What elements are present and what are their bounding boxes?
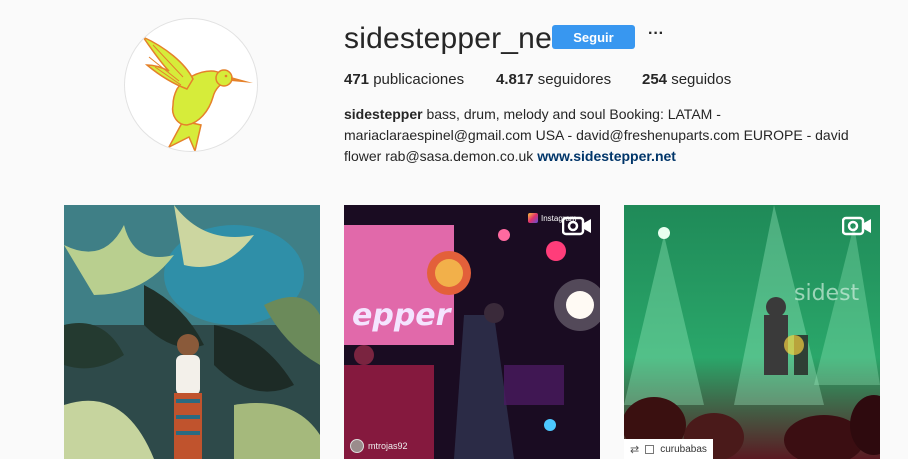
post-thumbnail-3[interactable]: sidest ⇄ curubabas <box>624 205 880 459</box>
stat-followers[interactable]: 4.817 seguidores <box>496 71 611 88</box>
profile-username: sidestepper_net <box>344 22 561 55</box>
following-label: seguidos <box>667 71 732 88</box>
video-camera-icon <box>562 215 592 237</box>
post-image-concert: epper <box>344 205 600 459</box>
post-thumbnail-1[interactable] <box>64 205 320 459</box>
instagram-icon <box>528 213 538 223</box>
video-camera-icon <box>842 215 872 237</box>
posts-label: publicaciones <box>369 71 465 88</box>
stat-posts: 471 publicaciones <box>344 71 464 88</box>
follow-button[interactable]: Seguir <box>552 25 635 49</box>
bio-website-link[interactable]: www.sidestepper.net <box>537 148 676 164</box>
profile-page: sidestepper_net Seguir ··· 471 publicaci… <box>0 0 908 459</box>
user-avatar-icon <box>350 439 364 453</box>
profile-bio: sidestepper bass, drum, melody and soul … <box>344 104 884 167</box>
overlay-username: mtrojas92 <box>368 441 408 451</box>
post-image-stage: sidest <box>624 205 880 459</box>
bio-name: sidestepper <box>344 106 423 122</box>
more-options-button[interactable]: ··· <box>645 26 667 46</box>
hummingbird-logo-icon <box>140 35 253 151</box>
post-thumbnail-2[interactable]: epper Instagram mtrojas92 <box>344 205 600 459</box>
profile-avatar[interactable] <box>124 18 258 152</box>
repost-square-icon <box>645 444 655 454</box>
repost-tag: ⇄ curubabas <box>624 439 713 459</box>
repost-icon: ⇄ <box>630 443 640 456</box>
followers-label: seguidores <box>533 71 612 88</box>
posts-count: 471 <box>344 71 370 88</box>
svg-text:sidest: sidest <box>794 281 860 306</box>
stat-following[interactable]: 254 seguidos <box>642 71 731 88</box>
following-count: 254 <box>642 71 668 88</box>
post-overlay-user: mtrojas92 <box>350 439 408 453</box>
repost-username: curubabas <box>660 443 707 455</box>
followers-count: 4.817 <box>496 71 534 88</box>
post-image-jungle <box>64 205 320 459</box>
svg-text:epper: epper <box>352 298 453 333</box>
